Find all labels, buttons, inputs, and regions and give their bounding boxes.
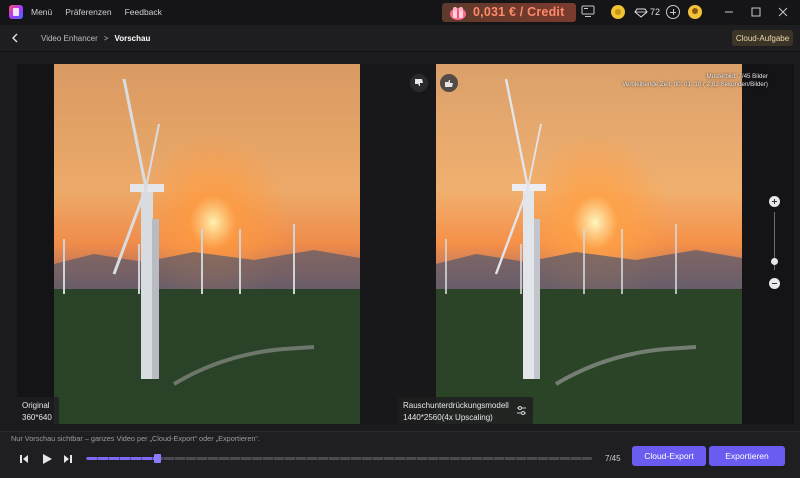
sample-frame-info: Musterbild: 7/45 Bilder — [706, 73, 768, 80]
original-resolution: 360*640 — [22, 413, 52, 422]
model-label: Rauschunterdrückungsmodell 1440*2560(4x … — [398, 397, 533, 424]
minimize-icon[interactable] — [721, 4, 737, 20]
frame-counter: 7/45 — [605, 454, 621, 463]
title-bar: Menü Präferenzen Feedback 0,031 € / Cred… — [0, 0, 800, 25]
zoom-out-icon[interactable] — [769, 278, 780, 289]
credit-price-text: 0,031 € / Credit — [473, 5, 565, 19]
timeline-ticks — [86, 457, 592, 460]
maximize-icon[interactable] — [748, 4, 764, 20]
thumbs-up-icon — [445, 80, 453, 87]
enhanced-preview-image — [436, 64, 742, 424]
app-logo-icon — [9, 5, 23, 19]
diamond-icon — [634, 8, 648, 18]
zoom-in-icon[interactable] — [769, 196, 780, 207]
model-name: Rauschunterdrückungsmodell — [403, 401, 509, 410]
menu-item-feedback[interactable]: Feedback — [125, 7, 162, 17]
thumbs-up-button[interactable] — [440, 74, 458, 92]
cloud-task-button[interactable]: Cloud-Aufgabe — [732, 30, 793, 46]
back-arrow-icon[interactable] — [9, 32, 21, 44]
breadcrumb-parent[interactable]: Video Enhancer — [41, 34, 98, 43]
preview-note: Nur Vorschau sichtbar – ganzes Video per… — [11, 434, 260, 443]
breadcrumb: Video Enhancer > Vorschau — [41, 34, 150, 43]
output-resolution: 1440*2560(4x Upscaling) — [403, 413, 493, 422]
preview-area: Musterbild: 7/45 Bilder Verbleibende Zei… — [17, 64, 794, 424]
thumbs-down-icon — [415, 79, 423, 86]
remaining-time-info: Verbleibende Zeit: 00: 01: 10 ( 2,82 Sek… — [622, 81, 768, 88]
export-button[interactable]: Exportieren — [709, 446, 785, 466]
processing-info: Musterbild: 7/45 Bilder Verbleibende Zei… — [622, 73, 768, 89]
credit-price-banner[interactable]: 0,031 € / Credit — [442, 3, 576, 22]
settings-sliders-icon[interactable] — [516, 405, 527, 416]
thumbs-down-button[interactable] — [410, 74, 428, 92]
gem-count: 72 — [650, 7, 661, 17]
zoom-slider[interactable] — [769, 196, 781, 289]
gift-icon — [450, 7, 466, 20]
breadcrumb-separator: > — [103, 34, 109, 43]
original-label-title: Original — [22, 401, 50, 410]
monitor-icon[interactable] — [581, 5, 595, 18]
zoom-knob[interactable] — [771, 258, 778, 266]
timeline-knob[interactable] — [153, 454, 161, 463]
previous-frame-icon[interactable] — [18, 453, 30, 465]
comparison-divider — [360, 64, 436, 424]
coin-icon[interactable] — [611, 5, 625, 19]
next-frame-icon[interactable] — [62, 453, 74, 465]
user-avatar-icon[interactable] — [688, 5, 702, 19]
original-label: Original 360*640 — [17, 397, 59, 424]
menu-bar: Menü Präferenzen Feedback — [31, 7, 162, 17]
add-credits-icon[interactable] — [666, 5, 680, 19]
frame-timeline[interactable] — [86, 454, 592, 463]
sub-header: Video Enhancer > Vorschau — [0, 25, 800, 52]
breadcrumb-current: Vorschau — [114, 34, 151, 43]
close-icon[interactable] — [775, 4, 791, 20]
play-icon[interactable] — [41, 453, 53, 465]
original-preview-image — [54, 64, 360, 424]
cloud-export-button[interactable]: Cloud-Export — [632, 446, 706, 466]
menu-item-preferences[interactable]: Präferenzen — [65, 7, 111, 17]
menu-item-menu[interactable]: Menü — [31, 7, 52, 17]
